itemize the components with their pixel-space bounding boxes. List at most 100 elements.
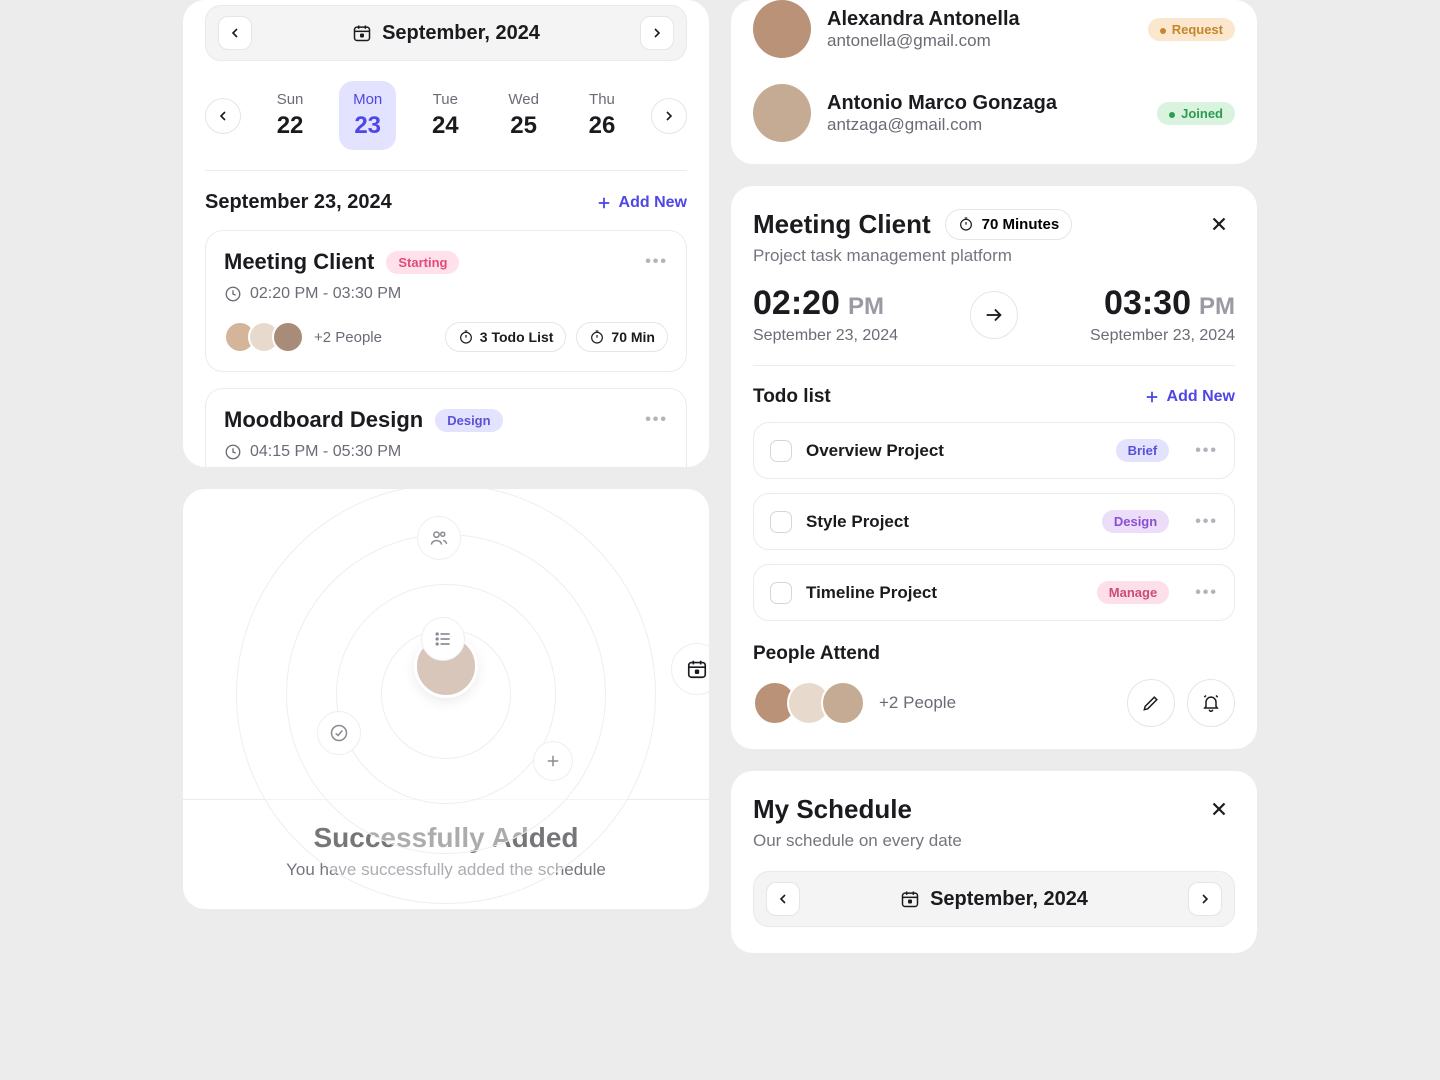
event-time: 02:20 PM - 03:30 PM	[250, 285, 401, 303]
plus-icon	[1143, 388, 1161, 406]
person-name: Alexandra Antonella	[827, 8, 1020, 31]
stopwatch-icon	[958, 216, 974, 232]
list-icon	[421, 617, 465, 661]
todo-title: Timeline Project	[806, 583, 1083, 603]
close-button[interactable]	[1203, 208, 1235, 240]
day-item-selected[interactable]: Mon23	[339, 81, 396, 150]
people-card: Alexandra Antonella antonella@gmail.com …	[731, 0, 1257, 164]
duration-pill: 70 Min	[576, 322, 668, 352]
day-item[interactable]: Tue24	[418, 81, 473, 150]
checkbox[interactable]	[770, 511, 792, 533]
chevron-left-icon	[215, 108, 231, 124]
todo-more-button[interactable]: •••	[1195, 513, 1218, 531]
edit-button[interactable]	[1127, 679, 1175, 727]
detail-subtitle: Project task management platform	[753, 246, 1235, 266]
users-icon	[417, 516, 461, 560]
calendar-icon	[352, 23, 372, 43]
avatar	[821, 681, 865, 725]
selected-date-header: September 23, 2024 Add New	[205, 191, 687, 214]
close-button[interactable]	[1203, 793, 1235, 825]
event-title: Moodboard Design	[224, 407, 423, 433]
success-card: Successfully Added You have successfully…	[183, 489, 709, 909]
divider	[753, 365, 1235, 366]
schedule-card: My Schedule Our schedule on every date S…	[731, 771, 1257, 953]
chevron-right-icon	[1197, 891, 1213, 907]
event-card[interactable]: Meeting Client Starting ••• 02:20 PM - 0…	[205, 230, 687, 372]
event-tag: Design	[435, 409, 502, 432]
day-strip: Sun22 Mon23 Tue24 Wed25 Thu26	[205, 81, 687, 150]
clock-icon	[224, 285, 242, 303]
todo-tag: Brief	[1116, 439, 1170, 462]
status-badge: Request	[1148, 18, 1235, 41]
duration-pill: 70 Minutes	[945, 209, 1073, 240]
stopwatch-icon	[458, 329, 474, 345]
chevron-left-icon	[227, 25, 243, 41]
close-icon	[1208, 213, 1230, 235]
avatar	[272, 321, 304, 353]
pencil-icon	[1141, 693, 1161, 713]
avatar	[753, 84, 811, 142]
time-range: 02:20PM September 23, 2024 03:30PM Septe…	[753, 284, 1235, 345]
day-item[interactable]: Thu26	[575, 81, 630, 150]
todo-more-button[interactable]: •••	[1195, 442, 1218, 460]
person-row[interactable]: Antonio Marco Gonzaga antzaga@gmail.com	[753, 84, 1057, 142]
month-label-text: September, 2024	[930, 888, 1088, 911]
person-name: Antonio Marco Gonzaga	[827, 92, 1057, 115]
notify-button[interactable]	[1187, 679, 1235, 727]
add-event-button[interactable]: Add New	[595, 194, 687, 212]
arrow-icon	[970, 291, 1018, 339]
next-month-button[interactable]	[640, 16, 674, 50]
month-selector: September, 2024	[205, 5, 687, 61]
event-card[interactable]: Moodboard Design Design ••• 04:15 PM - 0…	[205, 388, 687, 467]
calendar-icon	[900, 889, 920, 909]
event-more-button[interactable]: •••	[645, 411, 668, 429]
attendee-avatars	[224, 321, 304, 353]
check-icon	[317, 711, 361, 755]
prev-month-button[interactable]	[218, 16, 252, 50]
prev-month-button[interactable]	[766, 882, 800, 916]
next-month-button[interactable]	[1188, 882, 1222, 916]
detail-title: Meeting Client	[753, 209, 931, 240]
todo-item[interactable]: Style Project Design •••	[753, 493, 1235, 550]
person-row[interactable]: Alexandra Antonella antonella@gmail.com	[753, 0, 1020, 58]
stopwatch-icon	[589, 329, 605, 345]
todo-title: Style Project	[806, 512, 1088, 532]
add-todo-button[interactable]: Add New	[1143, 388, 1235, 406]
plus-icon	[533, 741, 573, 781]
day-item[interactable]: Wed25	[494, 81, 553, 150]
event-title: Meeting Client	[224, 249, 374, 275]
chevron-right-icon	[661, 108, 677, 124]
todo-item[interactable]: Timeline Project Manage •••	[753, 564, 1235, 621]
prev-days-button[interactable]	[205, 98, 241, 134]
person-email: antonella@gmail.com	[827, 31, 1020, 51]
event-more-button[interactable]: •••	[645, 253, 668, 271]
chevron-left-icon	[775, 891, 791, 907]
todo-more-button[interactable]: •••	[1195, 584, 1218, 602]
event-tag: Starting	[386, 251, 459, 274]
chevron-right-icon	[649, 25, 665, 41]
checkbox[interactable]	[770, 582, 792, 604]
todo-title: Overview Project	[806, 441, 1102, 461]
todo-tag: Design	[1102, 510, 1169, 533]
plus-people-text: +2 People	[879, 693, 956, 713]
calendar-card: September, 2024 Sun22 Mon23 Tue24 Wed25 …	[183, 0, 709, 467]
plus-icon	[595, 194, 613, 212]
todo-section-title: Todo list	[753, 386, 831, 408]
schedule-title: My Schedule	[753, 794, 912, 825]
close-icon	[1208, 798, 1230, 820]
bell-icon	[1201, 693, 1221, 713]
todo-tag: Manage	[1097, 581, 1169, 604]
todo-item[interactable]: Overview Project Brief •••	[753, 422, 1235, 479]
status-badge: Joined	[1157, 102, 1235, 125]
person-email: antzaga@gmail.com	[827, 115, 1057, 135]
month-label-text: September, 2024	[382, 22, 540, 45]
divider	[205, 170, 687, 171]
todo-count-pill: 3 Todo List	[445, 322, 567, 352]
schedule-subtitle: Our schedule on every date	[753, 831, 1235, 851]
next-days-button[interactable]	[651, 98, 687, 134]
checkbox[interactable]	[770, 440, 792, 462]
event-time: 04:15 PM - 05:30 PM	[250, 443, 401, 461]
day-item[interactable]: Sun22	[263, 81, 318, 150]
selected-date-text: September 23, 2024	[205, 191, 392, 214]
people-section-title: People Attend	[753, 643, 1235, 665]
